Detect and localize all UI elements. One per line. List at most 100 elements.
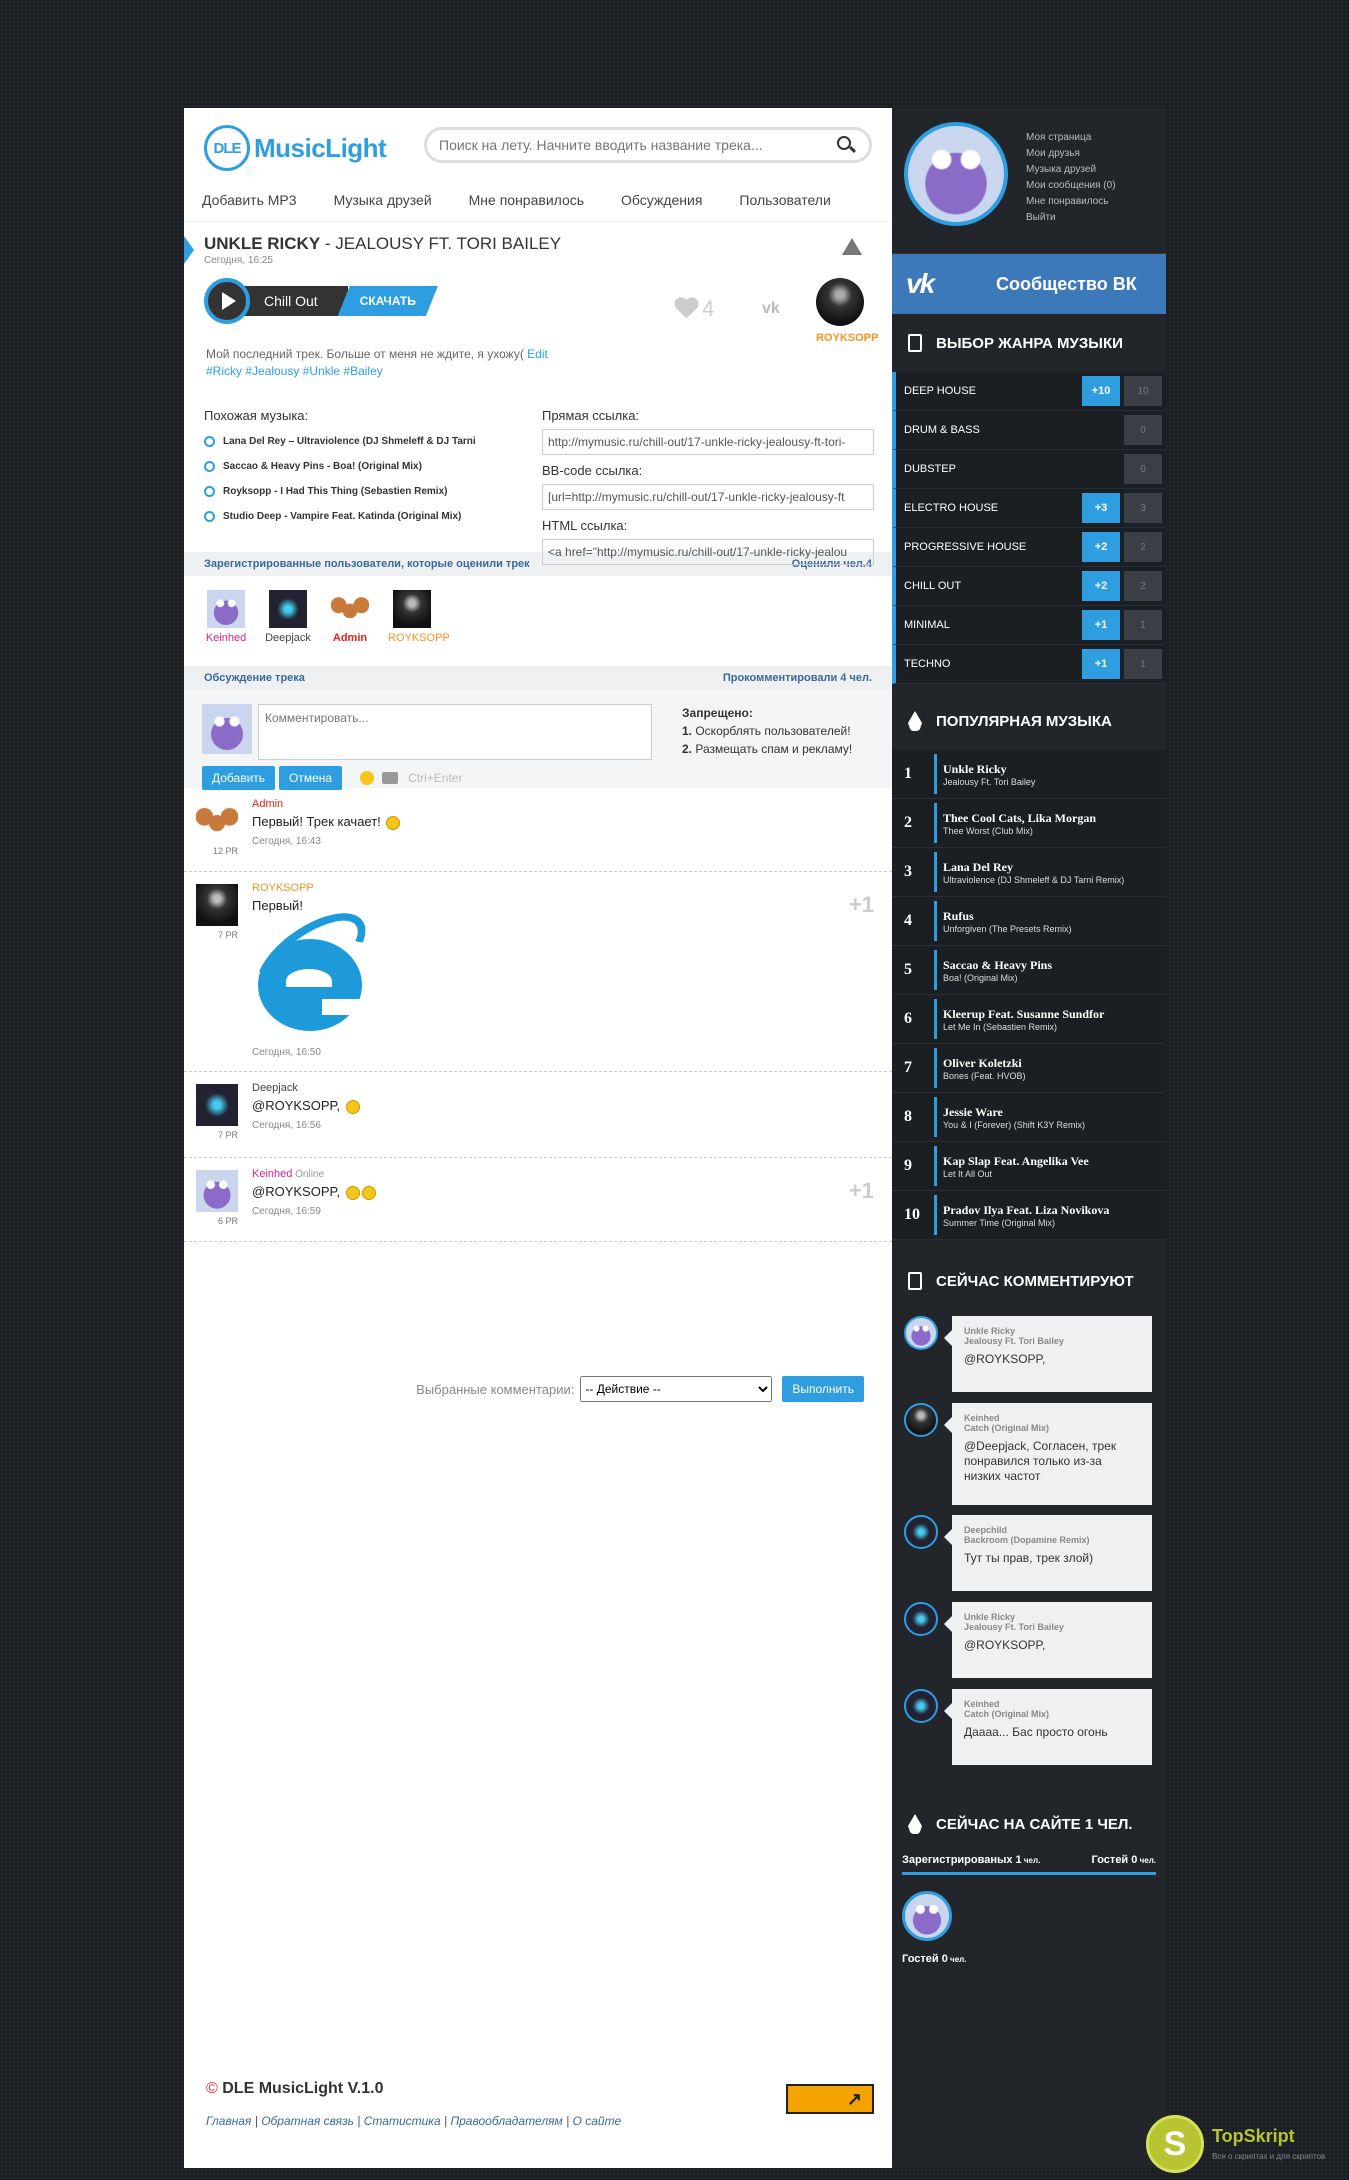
genre-total-count: 1 (1124, 610, 1162, 640)
nav-users[interactable]: Пользователи (739, 192, 830, 208)
footer-link-rights[interactable]: Правообладателям (450, 2114, 562, 2128)
similar-item[interactable]: Saccao & Heavy Pins - Boa! (Original Mix… (204, 454, 524, 479)
camera-icon[interactable] (382, 772, 399, 784)
popular-item[interactable]: 10 Pradov Ilya Feat. Liza Novikova Summer … (892, 1191, 1166, 1240)
search-input[interactable] (439, 137, 835, 153)
menu-liked[interactable]: Мне понравилось (1026, 194, 1116, 210)
rater-name: Deepjack (265, 632, 311, 644)
similar-item[interactable]: Studio Deep - Vampire Feat. Katinda (Ori… (204, 504, 524, 529)
popular-artist: Pradov Ilya Feat. Liza Novikova (943, 1202, 1110, 1217)
popular-item[interactable]: 4 Rufus Unforgiven (The Presets Remix) (892, 897, 1166, 946)
online-user-avatar[interactable] (902, 1891, 952, 1941)
genre-item[interactable]: CHILL OUT +2 2 (892, 567, 1166, 606)
footer-link-about[interactable]: О сайте (573, 2114, 622, 2128)
avatar[interactable] (196, 884, 238, 926)
rater[interactable]: Deepjack (264, 590, 312, 652)
genre-item[interactable]: DEEP HOUSE +10 10 (892, 372, 1166, 411)
latest-comment[interactable]: Unkle Ricky Jealousy Ft. Tori Bailey @ROYK… (892, 1602, 1166, 1689)
search-icon[interactable] (835, 134, 857, 156)
menu-messages[interactable]: Мои сообщения (0) (1026, 178, 1116, 194)
comment: 12 PR Admin Первый! Трек качает! Сегодня… (184, 788, 892, 872)
emoji-icon (386, 815, 401, 830)
menu-my-friends[interactable]: Мои друзья (1026, 146, 1116, 162)
latest-comment[interactable]: Keinhed Catch (Original Mix) Даааа... Бас … (892, 1689, 1166, 1776)
track-tags[interactable]: #Ricky #Jealousy #Unkle #Bailey (206, 364, 383, 378)
genre-item[interactable]: DUBSTEP 0 (892, 450, 1166, 489)
comment-time: Сегодня, 16:56 (252, 1119, 321, 1131)
popular-info: Rufus Unforgiven (The Presets Remix) (934, 901, 1072, 941)
bb-link-field[interactable]: [url=http://mymusic.ru/chill-out/17-unkl… (542, 484, 874, 510)
latest-comment[interactable]: Unkle Ricky Jealousy Ft. Tori Bailey @ROYK… (892, 1316, 1166, 1403)
site-logo[interactable]: DLE MusicLight (204, 125, 387, 171)
plus-one-button[interactable]: +1 (849, 892, 874, 918)
genre-item[interactable]: TECHNO +1 1 (892, 645, 1166, 684)
bulk-action-select[interactable]: -- Действие -- (580, 1376, 773, 1402)
latest-comment[interactable]: Keinhed Catch (Original Mix) @Deepjack, Со… (892, 1403, 1166, 1515)
uploader[interactable]: ROYKSOPP (816, 278, 878, 344)
popular-item[interactable]: 8 Jessie Ware You & I (Forever) (Shift K3Y… (892, 1093, 1166, 1142)
edit-link[interactable]: Edit (524, 347, 548, 361)
genre-item[interactable]: DRUM & BASS 0 (892, 411, 1166, 450)
similar-item[interactable]: Lana Del Rey – Ultraviolence (DJ Shmelef… (204, 429, 524, 454)
latest-comment[interactable]: Deepchild Backroom (Dopamine Remix) Тут ты… (892, 1515, 1166, 1602)
popular-item[interactable]: 6 Kleerup Feat. Susanne Sundfor Let Me In … (892, 995, 1166, 1044)
comment-author: Keinhed Online (252, 1168, 882, 1180)
fire-icon (908, 1814, 922, 1834)
popular-item[interactable]: 2 Thee Cool Cats, Lika Morgan Thee Worst (… (892, 799, 1166, 848)
html-link-field[interactable]: <a href="http://mymusic.ru/chill-out/17-… (542, 539, 874, 565)
popular-item[interactable]: 9 Kap Slap Feat. Angelika Vee Let It All O… (892, 1142, 1166, 1191)
topskript-text: TopSkript Все о скриптах и для скриптов (1212, 2126, 1325, 2162)
nav-friends-music[interactable]: Музыка друзей (334, 192, 432, 208)
popular-item[interactable]: 1 Unkle Ricky Jealousy Ft. Tori Bailey (892, 750, 1166, 799)
scroll-top-button[interactable]: ↗ (786, 2084, 874, 2114)
play-icon[interactable] (204, 278, 250, 324)
comment-author-name[interactable]: Keinhed (252, 1168, 292, 1180)
menu-logout[interactable]: Выйти (1026, 210, 1116, 226)
add-comment-button[interactable]: Добавить (202, 766, 276, 790)
nav-liked[interactable]: Мне понравилось (469, 192, 584, 208)
direct-link-field[interactable]: http://mymusic.ru/chill-out/17-unkle-ric… (542, 429, 874, 455)
like-button[interactable]: 4 (674, 296, 714, 322)
popular-item[interactable]: 3 Lana Del Rey Ultraviolence (DJ Shmeleff … (892, 848, 1166, 897)
smile-icon[interactable] (360, 771, 375, 785)
genre-item[interactable]: MINIMAL +1 1 (892, 606, 1166, 645)
vk-community-button[interactable]: vk Сообщество ВК (892, 254, 1166, 314)
report-icon[interactable] (842, 238, 862, 255)
tab-registered[interactable]: Зарегистрированых 1 чел. (902, 1854, 1040, 1866)
tab-guests[interactable]: Гостей 0 чел. (1092, 1854, 1156, 1866)
comment-author[interactable]: Admin (252, 798, 882, 810)
cancel-button[interactable]: Отмена (279, 766, 343, 790)
rater[interactable]: Keinhed (202, 590, 250, 652)
nav-add-mp3[interactable]: Добавить MP3 (202, 192, 297, 208)
footer-link-stats[interactable]: Статистика (364, 2114, 441, 2128)
comment-author[interactable]: Deepjack (252, 1082, 882, 1094)
vk-share-icon[interactable]: vk (762, 300, 780, 318)
download-button[interactable]: СКАЧАТЬ (338, 286, 438, 316)
menu-my-page[interactable]: Моя страница (1026, 130, 1116, 146)
popular-item[interactable]: 7 Oliver Koletzki Bones (Feat. HVOB) (892, 1044, 1166, 1093)
menu-friends-music[interactable]: Музыка друзей (1026, 162, 1116, 178)
uploader-avatar (816, 278, 864, 326)
avatar[interactable] (196, 800, 238, 842)
rater[interactable]: Admin (326, 590, 374, 652)
genre-item[interactable]: ELECTRO HOUSE +3 3 (892, 489, 1166, 528)
plus-one-button[interactable]: +1 (849, 1178, 874, 1204)
user-avatar[interactable] (904, 122, 1008, 226)
similar-item[interactable]: Royksopp - I Had This Thing (Sebastien R… (204, 479, 524, 504)
bulk-label: Выбранные комментарии: (416, 1381, 575, 1397)
comment-input[interactable] (258, 704, 652, 760)
heart-icon (674, 298, 698, 320)
avatar[interactable] (196, 1084, 238, 1126)
run-button[interactable]: Выполнить (782, 1376, 864, 1402)
footer-link-home[interactable]: Главная (206, 2114, 251, 2128)
avatar[interactable] (196, 1170, 238, 1212)
rater[interactable]: ROYKSOPP (388, 590, 450, 652)
reputation: 7 PR (217, 930, 238, 940)
popular-item[interactable]: 5 Saccao & Heavy Pins Boa! (Original Mix) (892, 946, 1166, 995)
genre-item[interactable]: PROGRESSIVE HOUSE +2 2 (892, 528, 1166, 567)
footer-link-feedback[interactable]: Обратная связь (261, 2114, 354, 2128)
topskript-watermark: S TopSkript Все о скриптах и для скриптов (1146, 2115, 1325, 2173)
rater-name: Admin (332, 632, 368, 644)
comment-author[interactable]: ROYKSOPP (252, 882, 882, 894)
nav-discussions[interactable]: Обсуждения (621, 192, 702, 208)
